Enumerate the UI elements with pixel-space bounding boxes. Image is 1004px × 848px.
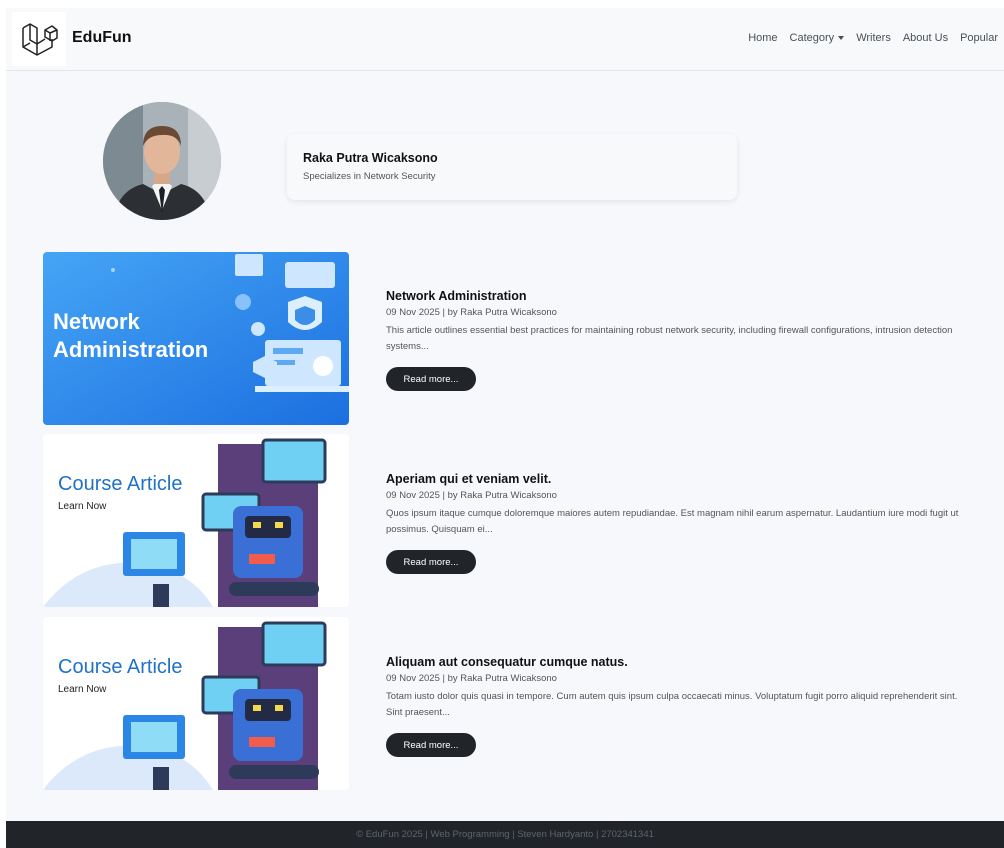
article-body: Network Administration 09 Nov 2025 | by … bbox=[386, 289, 966, 391]
article-title[interactable]: Network Administration bbox=[386, 289, 966, 303]
thumb-subtitle: Learn Now bbox=[58, 684, 107, 695]
article-meta: 09 Nov 2025 | by Raka Putra Wicaksono bbox=[386, 673, 557, 684]
article-meta: 09 Nov 2025 | by Raka Putra Wicaksono bbox=[386, 307, 557, 318]
read-more-button[interactable]: Read more... bbox=[386, 367, 476, 391]
writer-card: Raka Putra Wicaksono Specializes in Netw… bbox=[287, 134, 737, 200]
network-illustration: Network Administration bbox=[43, 252, 349, 425]
article-excerpt: This article outlines essential best pra… bbox=[386, 325, 953, 352]
laravel-logo-icon bbox=[22, 23, 58, 56]
portrait-image bbox=[103, 102, 221, 220]
writer-specialty: Specializes in Network Security bbox=[303, 171, 436, 182]
thumb-title: Course Article bbox=[58, 656, 183, 678]
thumb-line-1: Network bbox=[53, 309, 141, 334]
nav-category-label: Category bbox=[789, 32, 835, 44]
article-body: Aperiam qui et veniam velit. 09 Nov 2025… bbox=[386, 472, 966, 574]
thumb-subtitle: Learn Now bbox=[58, 501, 107, 512]
thumb-line-2: Administration bbox=[53, 337, 208, 362]
nav-home[interactable]: Home bbox=[742, 32, 783, 44]
article-item: Course Article Learn Now Aliquam aut con… bbox=[43, 617, 998, 790]
brand-logo[interactable] bbox=[12, 12, 66, 66]
thumb-title: Course Article bbox=[58, 473, 183, 495]
nav-menu: Home Category Writers About Us Popular bbox=[742, 32, 1004, 44]
writer-avatar bbox=[103, 102, 221, 220]
nav-popular[interactable]: Popular bbox=[954, 32, 1004, 44]
brand-name[interactable]: EduFun bbox=[72, 29, 132, 47]
article-item: Course Article Learn Now Aperiam qui et … bbox=[43, 434, 998, 607]
article-thumbnail[interactable]: Course Article Learn Now bbox=[43, 617, 349, 790]
article-excerpt: Totam iusto dolor quis quasi in tempore.… bbox=[386, 691, 958, 718]
article-item: Network Administration Network Administr… bbox=[43, 252, 998, 425]
navbar: EduFun Home Category Writers About Us Po… bbox=[6, 8, 1004, 71]
nav-writers[interactable]: Writers bbox=[850, 32, 897, 44]
article-title[interactable]: Aperiam qui et veniam velit. bbox=[386, 472, 966, 486]
caret-down-icon bbox=[838, 36, 845, 40]
read-more-button[interactable]: Read more... bbox=[386, 550, 476, 574]
nav-about[interactable]: About Us bbox=[897, 32, 954, 44]
course-illustration: Course Article Learn Now bbox=[43, 617, 349, 790]
course-illustration: Course Article Learn Now bbox=[43, 434, 349, 607]
article-meta: 09 Nov 2025 | by Raka Putra Wicaksono bbox=[386, 490, 557, 501]
article-title[interactable]: Aliquam aut consequatur cumque natus. bbox=[386, 655, 966, 669]
nav-category[interactable]: Category bbox=[784, 32, 851, 44]
article-body: Aliquam aut consequatur cumque natus. 09… bbox=[386, 655, 966, 757]
read-more-button[interactable]: Read more... bbox=[386, 733, 476, 757]
footer-text: © EduFun 2025 | Web Programming | Steven… bbox=[356, 829, 654, 840]
footer: © EduFun 2025 | Web Programming | Steven… bbox=[6, 821, 1004, 848]
article-thumbnail[interactable]: Network Administration bbox=[43, 252, 349, 425]
page: EduFun Home Category Writers About Us Po… bbox=[6, 8, 1004, 848]
writer-name: Raka Putra Wicaksono bbox=[303, 151, 438, 165]
article-thumbnail[interactable]: Course Article Learn Now bbox=[43, 434, 349, 607]
article-excerpt: Quos ipsum itaque cumque doloremque maio… bbox=[386, 508, 959, 535]
